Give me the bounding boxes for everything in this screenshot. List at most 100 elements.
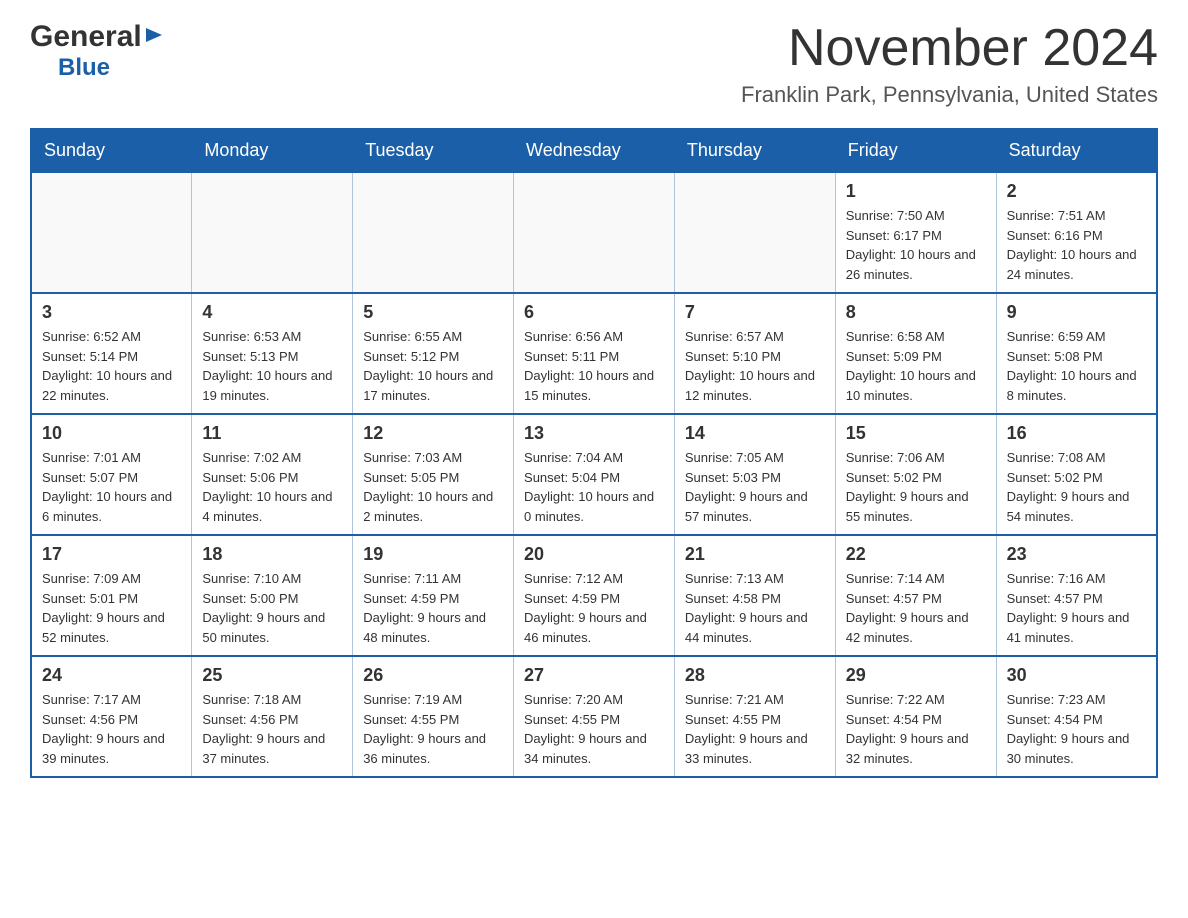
day-number: 4 — [202, 302, 342, 323]
day-number: 8 — [846, 302, 986, 323]
day-info: Sunrise: 7:22 AMSunset: 4:54 PMDaylight:… — [846, 690, 986, 768]
day-info: Sunrise: 7:06 AMSunset: 5:02 PMDaylight:… — [846, 448, 986, 526]
day-number: 20 — [524, 544, 664, 565]
day-info: Sunrise: 7:03 AMSunset: 5:05 PMDaylight:… — [363, 448, 503, 526]
logo-general-text: General — [30, 20, 142, 54]
calendar-cell: 23 Sunrise: 7:16 AMSunset: 4:57 PMDayligh… — [996, 535, 1157, 656]
calendar-cell: 26 Sunrise: 7:19 AMSunset: 4:55 PMDayligh… — [353, 656, 514, 777]
calendar-cell: 4Sunrise: 6:53 AMSunset: 5:13 PMDaylight… — [192, 293, 353, 414]
day-info: Sunrise: 7:19 AMSunset: 4:55 PMDaylight:… — [363, 690, 503, 768]
title-area: November 2024 Franklin Park, Pennsylvani… — [741, 20, 1158, 108]
calendar-cell: 15 Sunrise: 7:06 AMSunset: 5:02 PMDayligh… — [835, 414, 996, 535]
day-info: Sunrise: 7:21 AMSunset: 4:55 PMDaylight:… — [685, 690, 825, 768]
day-info: Sunrise: 7:13 AMSunset: 4:58 PMDaylight:… — [685, 569, 825, 647]
calendar-cell: 9 Sunrise: 6:59 AMSunset: 5:08 PMDaylight… — [996, 293, 1157, 414]
day-info: Sunrise: 7:51 AMSunset: 6:16 PMDaylight:… — [1007, 206, 1146, 284]
calendar-cell: 20 Sunrise: 7:12 AMSunset: 4:59 PMDayligh… — [514, 535, 675, 656]
day-number: 2 — [1007, 181, 1146, 202]
day-number: 25 — [202, 665, 342, 686]
day-info: Sunrise: 7:01 AMSunset: 5:07 PMDaylight:… — [42, 448, 181, 526]
week-row-2: 3Sunrise: 6:52 AMSunset: 5:14 PMDaylight… — [31, 293, 1157, 414]
day-info: Sunrise: 7:23 AMSunset: 4:54 PMDaylight:… — [1007, 690, 1146, 768]
day-info: Sunrise: 7:12 AMSunset: 4:59 PMDaylight:… — [524, 569, 664, 647]
day-number: 1 — [846, 181, 986, 202]
calendar-cell: 16 Sunrise: 7:08 AMSunset: 5:02 PMDayligh… — [996, 414, 1157, 535]
column-header-friday: Friday — [835, 129, 996, 172]
day-number: 10 — [42, 423, 181, 444]
calendar-cell: 22Sunrise: 7:14 AMSunset: 4:57 PMDayligh… — [835, 535, 996, 656]
day-info: Sunrise: 7:04 AMSunset: 5:04 PMDaylight:… — [524, 448, 664, 526]
calendar-cell: 27Sunrise: 7:20 AMSunset: 4:55 PMDayligh… — [514, 656, 675, 777]
day-info: Sunrise: 7:05 AMSunset: 5:03 PMDaylight:… — [685, 448, 825, 526]
column-header-tuesday: Tuesday — [353, 129, 514, 172]
calendar-cell: 29 Sunrise: 7:22 AMSunset: 4:54 PMDayligh… — [835, 656, 996, 777]
main-title: November 2024 — [741, 20, 1158, 77]
day-info: Sunrise: 7:10 AMSunset: 5:00 PMDaylight:… — [202, 569, 342, 647]
day-number: 12 — [363, 423, 503, 444]
calendar-cell: 24 Sunrise: 7:17 AMSunset: 4:56 PMDayligh… — [31, 656, 192, 777]
column-header-saturday: Saturday — [996, 129, 1157, 172]
day-info: Sunrise: 6:59 AMSunset: 5:08 PMDaylight:… — [1007, 327, 1146, 405]
logo-blue-text: Blue — [58, 54, 110, 81]
day-number: 11 — [202, 423, 342, 444]
calendar-header-row: SundayMondayTuesdayWednesdayThursdayFrid… — [31, 129, 1157, 172]
day-number: 15 — [846, 423, 986, 444]
calendar-cell: 13Sunrise: 7:04 AMSunset: 5:04 PMDayligh… — [514, 414, 675, 535]
logo: General Blue — [30, 20, 164, 82]
day-info: Sunrise: 7:17 AMSunset: 4:56 PMDaylight:… — [42, 690, 181, 768]
day-info: Sunrise: 7:16 AMSunset: 4:57 PMDaylight:… — [1007, 569, 1146, 647]
calendar-cell: 7Sunrise: 6:57 AMSunset: 5:10 PMDaylight… — [674, 293, 835, 414]
day-number: 14 — [685, 423, 825, 444]
logo-arrow-icon — [142, 24, 164, 51]
day-number: 26 — [363, 665, 503, 686]
day-number: 24 — [42, 665, 181, 686]
day-number: 6 — [524, 302, 664, 323]
calendar-cell: 17 Sunrise: 7:09 AMSunset: 5:01 PMDayligh… — [31, 535, 192, 656]
calendar-cell: 5Sunrise: 6:55 AMSunset: 5:12 PMDaylight… — [353, 293, 514, 414]
day-info: Sunrise: 7:09 AMSunset: 5:01 PMDaylight:… — [42, 569, 181, 647]
day-info: Sunrise: 7:50 AMSunset: 6:17 PMDaylight:… — [846, 206, 986, 284]
day-number: 28 — [685, 665, 825, 686]
day-info: Sunrise: 6:56 AMSunset: 5:11 PMDaylight:… — [524, 327, 664, 405]
day-info: Sunrise: 6:57 AMSunset: 5:10 PMDaylight:… — [685, 327, 825, 405]
calendar-cell: 3Sunrise: 6:52 AMSunset: 5:14 PMDaylight… — [31, 293, 192, 414]
day-info: Sunrise: 7:20 AMSunset: 4:55 PMDaylight:… — [524, 690, 664, 768]
day-number: 29 — [846, 665, 986, 686]
calendar-cell: 14 Sunrise: 7:05 AMSunset: 5:03 PMDayligh… — [674, 414, 835, 535]
calendar-cell — [192, 172, 353, 293]
calendar-cell: 12 Sunrise: 7:03 AMSunset: 5:05 PMDayligh… — [353, 414, 514, 535]
week-row-5: 24 Sunrise: 7:17 AMSunset: 4:56 PMDayligh… — [31, 656, 1157, 777]
calendar-cell: 1 Sunrise: 7:50 AMSunset: 6:17 PMDaylight… — [835, 172, 996, 293]
calendar-cell — [674, 172, 835, 293]
day-number: 9 — [1007, 302, 1146, 323]
calendar-cell: 25Sunrise: 7:18 AMSunset: 4:56 PMDayligh… — [192, 656, 353, 777]
day-number: 30 — [1007, 665, 1146, 686]
calendar-cell: 10 Sunrise: 7:01 AMSunset: 5:07 PMDayligh… — [31, 414, 192, 535]
calendar-cell: 30 Sunrise: 7:23 AMSunset: 4:54 PMDayligh… — [996, 656, 1157, 777]
day-info: Sunrise: 6:58 AMSunset: 5:09 PMDaylight:… — [846, 327, 986, 405]
day-info: Sunrise: 7:11 AMSunset: 4:59 PMDaylight:… — [363, 569, 503, 647]
column-header-monday: Monday — [192, 129, 353, 172]
calendar-cell: 18 Sunrise: 7:10 AMSunset: 5:00 PMDayligh… — [192, 535, 353, 656]
column-header-wednesday: Wednesday — [514, 129, 675, 172]
day-number: 19 — [363, 544, 503, 565]
day-number: 23 — [1007, 544, 1146, 565]
page-header: General Blue November 2024 Franklin Park… — [30, 20, 1158, 108]
calendar-cell: 6 Sunrise: 6:56 AMSunset: 5:11 PMDaylight… — [514, 293, 675, 414]
day-number: 16 — [1007, 423, 1146, 444]
calendar-cell: 2 Sunrise: 7:51 AMSunset: 6:16 PMDaylight… — [996, 172, 1157, 293]
day-number: 3 — [42, 302, 181, 323]
calendar-cell: 28 Sunrise: 7:21 AMSunset: 4:55 PMDayligh… — [674, 656, 835, 777]
calendar-cell — [353, 172, 514, 293]
day-info: Sunrise: 6:55 AMSunset: 5:12 PMDaylight:… — [363, 327, 503, 405]
calendar-cell: 21Sunrise: 7:13 AMSunset: 4:58 PMDayligh… — [674, 535, 835, 656]
week-row-4: 17 Sunrise: 7:09 AMSunset: 5:01 PMDayligh… — [31, 535, 1157, 656]
day-info: Sunrise: 7:14 AMSunset: 4:57 PMDaylight:… — [846, 569, 986, 647]
day-number: 18 — [202, 544, 342, 565]
day-info: Sunrise: 7:02 AMSunset: 5:06 PMDaylight:… — [202, 448, 342, 526]
column-header-thursday: Thursday — [674, 129, 835, 172]
day-info: Sunrise: 7:08 AMSunset: 5:02 PMDaylight:… — [1007, 448, 1146, 526]
week-row-1: 1 Sunrise: 7:50 AMSunset: 6:17 PMDaylight… — [31, 172, 1157, 293]
calendar-cell: 11 Sunrise: 7:02 AMSunset: 5:06 PMDayligh… — [192, 414, 353, 535]
day-number: 17 — [42, 544, 181, 565]
